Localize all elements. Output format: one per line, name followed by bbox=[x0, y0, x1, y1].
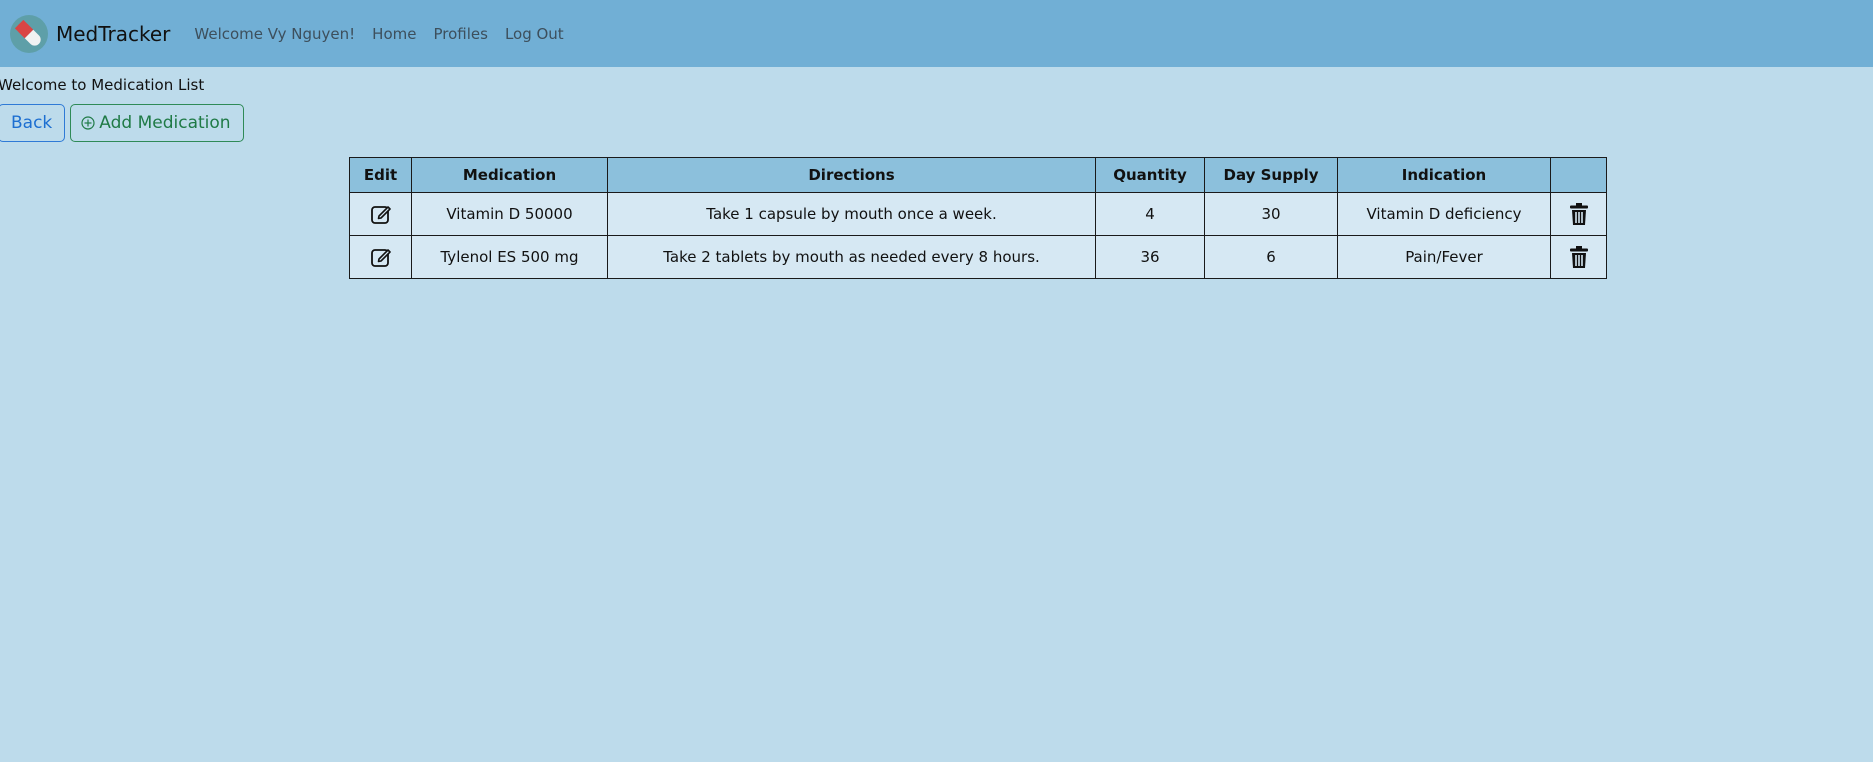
edit-icon[interactable] bbox=[370, 246, 392, 268]
header-quantity: Quantity bbox=[1095, 157, 1205, 193]
page-welcome-text: Welcome to Medication List bbox=[0, 76, 205, 94]
nav-link-profiles[interactable]: Profiles bbox=[433, 25, 487, 43]
delete-cell bbox=[1550, 192, 1607, 236]
cell-indication: Vitamin D deficiency bbox=[1337, 192, 1551, 236]
brand[interactable]: MedTracker bbox=[10, 14, 170, 53]
cell-quantity: 4 bbox=[1095, 192, 1205, 236]
edit-cell bbox=[349, 235, 412, 279]
cell-day-supply: 30 bbox=[1204, 192, 1338, 236]
table-row: Tylenol ES 500 mg Take 2 tablets by mout… bbox=[349, 235, 1607, 279]
cell-directions: Take 2 tablets by mouth as needed every … bbox=[607, 235, 1096, 279]
header-edit: Edit bbox=[349, 157, 412, 193]
nav-link-home[interactable]: Home bbox=[372, 25, 416, 43]
nav-link-logout[interactable]: Log Out bbox=[505, 25, 564, 43]
plus-circle-icon bbox=[81, 116, 95, 130]
header-day-supply: Day Supply bbox=[1204, 157, 1338, 193]
brand-name[interactable]: MedTracker bbox=[56, 22, 170, 46]
header-delete bbox=[1550, 157, 1607, 193]
medication-table: Edit Medication Directions Quantity Day … bbox=[349, 157, 1607, 279]
cell-medication: Vitamin D 50000 bbox=[411, 192, 608, 236]
header-indication: Indication bbox=[1337, 157, 1551, 193]
header-medication: Medication bbox=[411, 157, 608, 193]
pill-capsule-icon bbox=[10, 14, 48, 53]
edit-icon[interactable] bbox=[370, 203, 392, 225]
cell-directions: Take 1 capsule by mouth once a week. bbox=[607, 192, 1096, 236]
cell-quantity: 36 bbox=[1095, 235, 1205, 279]
delete-cell bbox=[1550, 235, 1607, 279]
edit-cell bbox=[349, 192, 412, 236]
header-directions: Directions bbox=[607, 157, 1096, 193]
cell-indication: Pain/Fever bbox=[1337, 235, 1551, 279]
table-header-row: Edit Medication Directions Quantity Day … bbox=[349, 157, 1607, 193]
medication-table-container: Edit Medication Directions Quantity Day … bbox=[349, 157, 1607, 279]
add-medication-button[interactable]: Add Medication bbox=[70, 104, 244, 142]
navbar: MedTracker Welcome Vy Nguyen! Home Profi… bbox=[0, 0, 1873, 67]
table-row: Vitamin D 50000 Take 1 capsule by mouth … bbox=[349, 192, 1607, 236]
action-bar: Back Add Medication bbox=[0, 104, 1873, 142]
back-button[interactable]: Back bbox=[0, 104, 66, 142]
back-button-label: Back bbox=[11, 113, 53, 133]
trash-icon[interactable] bbox=[1569, 245, 1589, 269]
nav-welcome: Welcome Vy Nguyen! bbox=[194, 24, 356, 43]
nav-links: Welcome Vy Nguyen! Home Profiles Log Out bbox=[194, 25, 563, 43]
cell-day-supply: 6 bbox=[1204, 235, 1338, 279]
cell-medication: Tylenol ES 500 mg bbox=[411, 235, 608, 279]
trash-icon[interactable] bbox=[1569, 202, 1589, 226]
add-medication-label: Add Medication bbox=[99, 113, 231, 133]
